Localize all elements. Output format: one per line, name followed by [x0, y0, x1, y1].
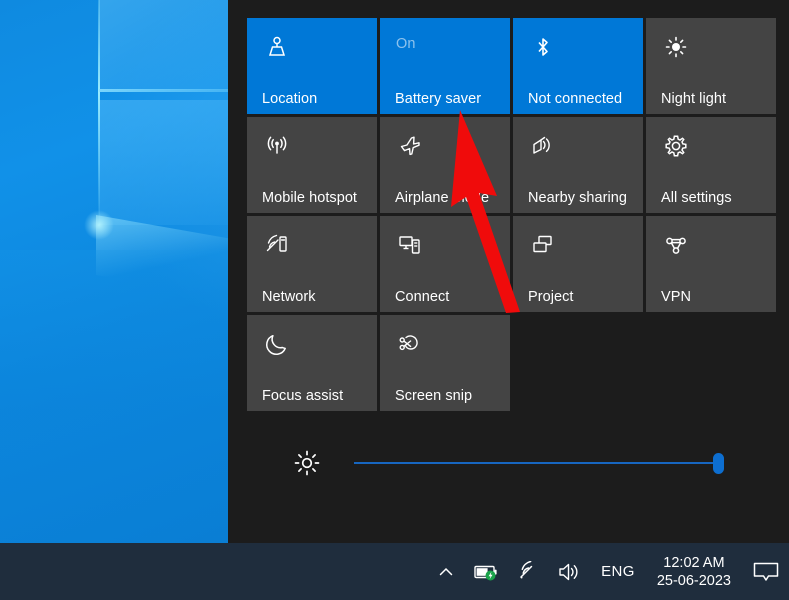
- clock-date: 25-06-2023: [657, 572, 731, 590]
- wifi-icon[interactable]: [509, 543, 549, 600]
- location-icon: [262, 32, 292, 62]
- taskbar: ENG 12:02 AM 25-06-2023: [0, 543, 789, 600]
- brightness-track: [354, 462, 722, 464]
- clock[interactable]: 12:02 AM 25-06-2023: [645, 543, 743, 600]
- gear-icon: [661, 131, 691, 161]
- nearby-sharing-icon: [528, 131, 558, 161]
- system-tray: ENG 12:02 AM 25-06-2023: [423, 543, 789, 600]
- quick-action-label: Focus assist: [262, 388, 373, 404]
- quick-action-label: Battery saver: [395, 91, 506, 107]
- bluetooth-icon: [528, 32, 558, 62]
- quick-action-label: Nearby sharing: [528, 190, 639, 206]
- quick-action-state: On: [396, 36, 416, 52]
- quick-action-airplane-mode[interactable]: Airplane mode: [380, 117, 510, 213]
- quick-action-connect[interactable]: Connect: [380, 216, 510, 312]
- network-icon: [262, 230, 292, 260]
- quick-actions-grid: Location On Battery saver Not connected: [247, 18, 779, 411]
- wallpaper-edge-vertical: [98, 0, 100, 225]
- moon-icon: [262, 329, 292, 359]
- screen: Location On Battery saver Not connected: [0, 0, 789, 600]
- quick-action-label: Airplane mode: [395, 190, 506, 206]
- quick-action-network[interactable]: Network: [247, 216, 377, 312]
- wallpaper-pane-top: [99, 0, 228, 90]
- battery-charging-icon[interactable]: [465, 543, 509, 600]
- wallpaper-edge-horizontal: [99, 89, 228, 92]
- quick-action-label: VPN: [661, 289, 772, 305]
- quick-action-label: All settings: [661, 190, 772, 206]
- brightness-control: [290, 440, 770, 486]
- quick-action-bluetooth[interactable]: Not connected: [513, 18, 643, 114]
- quick-action-night-light[interactable]: Night light: [646, 18, 776, 114]
- action-center-icon[interactable]: [743, 543, 789, 600]
- wallpaper-floor-glow: [0, 250, 228, 543]
- project-icon: [528, 230, 558, 260]
- quick-action-label: Not connected: [528, 91, 639, 107]
- quick-action-label: Mobile hotspot: [262, 190, 373, 206]
- quick-action-label: Screen snip: [395, 388, 506, 404]
- screen-snip-icon: [395, 329, 425, 359]
- wallpaper-pane-bottom: [99, 100, 228, 225]
- quick-action-label: Connect: [395, 289, 506, 305]
- clock-time: 12:02 AM: [663, 554, 724, 572]
- quick-action-screen-snip[interactable]: Screen snip: [380, 315, 510, 411]
- night-light-icon: [661, 32, 691, 62]
- speaker-icon[interactable]: [549, 543, 591, 600]
- quick-action-label: Project: [528, 289, 639, 305]
- brightness-thumb[interactable]: [713, 453, 724, 474]
- quick-action-vpn[interactable]: VPN: [646, 216, 776, 312]
- action-center-panel: Location On Battery saver Not connected: [228, 0, 789, 543]
- quick-action-focus-assist[interactable]: Focus assist: [247, 315, 377, 411]
- quick-action-label: Night light: [661, 91, 772, 107]
- quick-action-nearby-sharing[interactable]: Nearby sharing: [513, 117, 643, 213]
- language-indicator[interactable]: ENG: [591, 543, 645, 600]
- wallpaper-glow-point: [84, 210, 114, 240]
- quick-action-battery-saver[interactable]: On Battery saver: [380, 18, 510, 114]
- quick-action-label: Location: [262, 91, 373, 107]
- quick-action-project[interactable]: Project: [513, 216, 643, 312]
- connect-icon: [395, 230, 425, 260]
- vpn-icon: [661, 230, 691, 260]
- hotspot-icon: [262, 131, 292, 161]
- quick-action-mobile-hotspot[interactable]: Mobile hotspot: [247, 117, 377, 213]
- brightness-slider[interactable]: [354, 453, 722, 473]
- brightness-icon: [290, 446, 324, 480]
- airplane-icon: [395, 131, 425, 161]
- chevron-up-icon[interactable]: [423, 543, 465, 600]
- quick-action-label: Network: [262, 289, 373, 305]
- desktop-wallpaper[interactable]: [0, 0, 228, 543]
- quick-action-all-settings[interactable]: All settings: [646, 117, 776, 213]
- quick-action-location[interactable]: Location: [247, 18, 377, 114]
